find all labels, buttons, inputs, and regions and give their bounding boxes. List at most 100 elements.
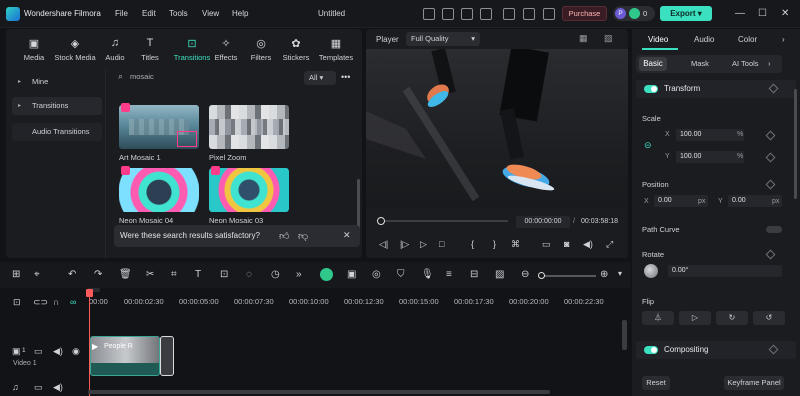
thumbs-down-icon[interactable]: 👎︎ — [298, 230, 308, 242]
properties-scrollbar[interactable] — [794, 89, 797, 199]
tab-filters[interactable]: ◎ Filters — [241, 37, 281, 62]
shield-icon[interactable]: ⛉ — [397, 269, 405, 280]
subtab-basic[interactable]: Basic — [639, 57, 667, 71]
result-thumbnail-neon-mosaic-04[interactable] — [119, 168, 199, 212]
media-library-icon[interactable] — [461, 8, 473, 20]
snapshot-icon[interactable]: ▨ — [495, 269, 504, 280]
fullscreen-icon[interactable]: ⤢ — [606, 239, 613, 250]
mute-icon[interactable]: ◀) — [53, 382, 63, 393]
flip-horizontal-icon[interactable]: ⏃ — [642, 311, 674, 325]
folder-icon[interactable]: ▭ — [34, 346, 43, 357]
text-tool-icon[interactable]: T — [195, 269, 201, 280]
add-track-icon[interactable]: ⊡ — [13, 297, 21, 308]
folder-icon[interactable]: ▭ — [34, 382, 43, 393]
nav-item-transitions[interactable]: ▸ Transitions — [12, 97, 102, 115]
quality-dropdown[interactable]: Full Quality ▾ — [406, 32, 480, 46]
play-icon[interactable]: ▷ — [420, 239, 427, 250]
credit-badge[interactable]: P 0 — [613, 6, 655, 21]
audio-track-icon[interactable]: ≡ — [446, 269, 452, 280]
more-options-icon[interactable]: ••• — [341, 72, 350, 82]
zoom-slider-knob[interactable] — [538, 272, 545, 279]
send-icon[interactable] — [423, 8, 435, 20]
nav-item-audio-transitions[interactable]: Audio Transitions — [12, 123, 102, 141]
crop-icon[interactable]: ⌗ — [171, 269, 177, 280]
microphone-icon[interactable]: 🎙︎ — [421, 269, 434, 280]
tab-video[interactable]: Video — [648, 35, 668, 44]
zoom-in-icon[interactable]: ⊕ — [600, 269, 608, 280]
menu-view[interactable]: View — [202, 9, 219, 18]
picture-in-picture-icon[interactable]: ⊟ — [470, 269, 478, 280]
display-icon[interactable]: ▭ — [542, 239, 551, 250]
flip-vertical-icon[interactable]: ▷ — [679, 311, 711, 325]
color-match-icon[interactable]: ◌ — [246, 269, 252, 280]
video-preview[interactable] — [366, 49, 628, 209]
tab-color[interactable]: Color — [738, 35, 757, 44]
subtab-mask[interactable]: Mask — [691, 59, 709, 68]
compositing-section-header[interactable]: Compositing — [636, 341, 796, 359]
tab-effects[interactable]: ✧ Effects — [206, 37, 246, 62]
chevron-right-icon[interactable]: › — [768, 59, 771, 68]
tab-audio[interactable]: ♫ Audio — [95, 37, 135, 62]
auto-ripple-icon[interactable]: ∞ — [70, 297, 76, 307]
keyframe-icon[interactable] — [768, 83, 779, 94]
keyframe-icon[interactable] — [765, 130, 776, 141]
tab-audio-props[interactable]: Audio — [694, 35, 714, 44]
search-bar[interactable]: ⌕ mosaic — [116, 69, 326, 85]
layout-icon[interactable]: ⊞ — [12, 269, 20, 280]
timeline-vertical-scrollbar[interactable] — [622, 320, 627, 350]
download-icon[interactable] — [177, 131, 197, 147]
nav-item-mine[interactable]: ▸ Mine — [12, 73, 102, 91]
mark-in-icon[interactable]: { — [471, 239, 474, 249]
render-icon[interactable]: ▣ — [347, 269, 356, 280]
tab-templates[interactable]: ▦ Templates — [314, 37, 358, 62]
menu-edit[interactable]: Edit — [142, 9, 156, 18]
subtab-ai-tools[interactable]: AI Tools — [732, 59, 759, 68]
zoom-slider[interactable] — [540, 275, 596, 277]
notification-icon[interactable] — [523, 8, 535, 20]
close-icon[interactable]: ✕ — [781, 8, 789, 19]
cut-icon[interactable]: ✂ — [146, 269, 154, 280]
filter-dropdown[interactable]: All ▾ — [304, 71, 336, 85]
rotate-field[interactable]: 0.00° — [668, 265, 782, 277]
account-icon[interactable] — [442, 8, 454, 20]
cloud-icon[interactable] — [503, 8, 515, 20]
snapshot-image-icon[interactable]: ▨ — [604, 33, 613, 44]
add-marker-icon[interactable]: ⌘ — [511, 239, 520, 250]
stop-icon[interactable]: □ — [439, 239, 444, 249]
zoom-out-icon[interactable]: ⊖ — [521, 269, 529, 280]
video-clip[interactable] — [90, 336, 160, 376]
playback-progress[interactable] — [378, 220, 508, 222]
scale-x-field[interactable]: 100.00 — [676, 129, 744, 141]
chevron-down-icon[interactable]: ▾ — [618, 269, 622, 278]
more-tools-icon[interactable]: » — [296, 269, 302, 280]
marker-icon[interactable]: ◎ — [372, 269, 381, 280]
search-input[interactable]: mosaic — [130, 72, 154, 81]
keyframe-panel-button[interactable]: Keyframe Panel — [724, 376, 784, 390]
ai-tools-icon[interactable] — [320, 268, 333, 281]
selected-clip[interactable] — [160, 336, 174, 376]
download-icon[interactable] — [543, 8, 555, 20]
redo-icon[interactable]: ↷ — [94, 269, 102, 280]
tab-stock-media[interactable]: ◈ Stock Media — [54, 37, 96, 62]
lock-icon[interactable]: ⊝ — [644, 140, 652, 151]
tab-stickers[interactable]: ✿ Stickers — [276, 37, 316, 62]
link-icon[interactable]: ⊂⊃ — [33, 297, 48, 308]
scale-y-field[interactable]: 100.00 — [676, 151, 744, 163]
transform-section-header[interactable]: Transform — [636, 80, 796, 98]
select-tool-icon[interactable]: ⌖ — [34, 269, 40, 280]
magnet-icon[interactable]: ∩ — [53, 297, 59, 307]
menu-file[interactable]: File — [115, 9, 128, 18]
volume-icon[interactable]: ◀) — [583, 239, 593, 250]
purchase-button[interactable]: Purchase — [562, 6, 607, 21]
path-curve-toggle[interactable] — [766, 226, 782, 233]
reset-button[interactable]: Reset — [642, 376, 670, 390]
play-range-icon[interactable]: |▷ — [400, 239, 409, 250]
rotate-counterclockwise-icon[interactable]: ↺ — [753, 311, 785, 325]
camera-icon[interactable]: ◙ — [564, 239, 569, 249]
grid-view-icon[interactable]: ▦ — [579, 33, 588, 44]
eye-icon[interactable]: ◉ — [72, 346, 80, 357]
rotate-clockwise-icon[interactable]: ↻ — [716, 311, 748, 325]
mute-icon[interactable]: ◀) — [53, 346, 63, 357]
export-button[interactable]: Export ▾ — [660, 6, 712, 21]
timeline-horizontal-scrollbar[interactable] — [88, 390, 550, 394]
